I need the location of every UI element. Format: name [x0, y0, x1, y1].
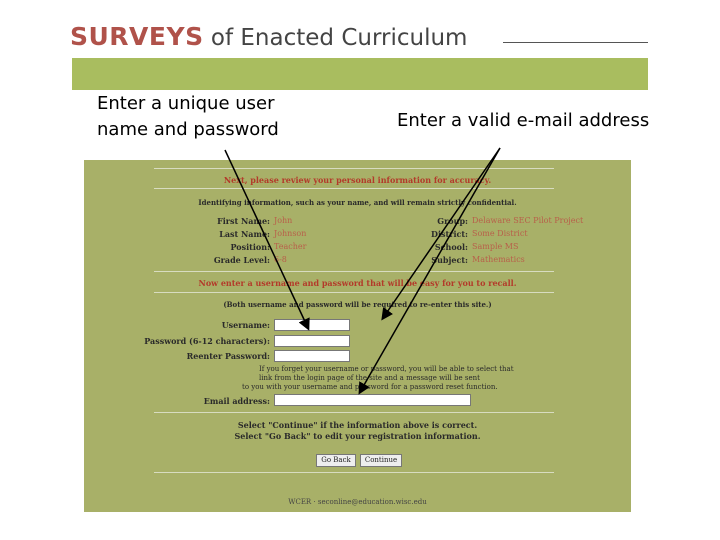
last-name-value: Johnson	[274, 229, 307, 238]
continue-button[interactable]: Continue	[360, 454, 402, 467]
brand-strong-text: SURVEYS	[70, 22, 204, 51]
last-name-label: Last Name:	[219, 229, 270, 239]
divider	[154, 292, 554, 293]
go-back-button[interactable]: Go Back	[316, 454, 356, 467]
grade-level-label: Grade Level:	[213, 255, 270, 265]
callout-left-line2: name and password	[97, 119, 279, 140]
header-rule	[503, 42, 648, 43]
brand-light-text: of Enacted Curriculum	[203, 25, 468, 51]
district-label: District:	[431, 229, 468, 239]
username-input[interactable]	[274, 319, 350, 331]
group-value: Delaware SEC Pilot Project	[472, 216, 584, 225]
divider	[154, 472, 554, 473]
position-value: Teacher	[274, 242, 307, 251]
reenter-password-input[interactable]	[274, 350, 350, 362]
first-name-label: First Name:	[217, 216, 270, 226]
grade-level-value: 6-8	[274, 255, 287, 264]
continue-instruction-2: Select "Go Back" to edit your registrati…	[234, 431, 481, 441]
help-line-1: If you forget your username or password,…	[259, 365, 514, 373]
password-input[interactable]	[274, 335, 350, 347]
first-name-value: John	[274, 216, 293, 225]
divider	[154, 168, 554, 169]
continue-instruction-1: Select "Continue" if the information abo…	[237, 420, 478, 430]
username-label: Username:	[221, 320, 270, 330]
callout-email: Enter a valid e-mail address	[397, 110, 650, 131]
email-input[interactable]	[274, 394, 471, 406]
position-label: Position:	[230, 242, 270, 252]
district-value: Some District	[472, 229, 528, 238]
school-value: Sample MS	[472, 242, 519, 251]
reenter-password-label: Reenter Password:	[186, 351, 270, 361]
credentials-note: (Both username and password will be requ…	[223, 300, 492, 309]
footer-contact: WCER · seconline@education.wisc.edu	[288, 498, 427, 506]
group-label: Group:	[437, 216, 468, 226]
help-line-3: to you with your username and password f…	[242, 383, 498, 391]
confidential-note: Identifying information, such as your na…	[198, 198, 517, 207]
review-heading: Next, please review your personal inform…	[223, 175, 492, 185]
callout-username-password: Enter a unique user name and password	[97, 91, 327, 143]
divider	[154, 188, 554, 189]
registration-form-screenshot: Next, please review your personal inform…	[84, 160, 631, 512]
school-label: School:	[434, 242, 468, 252]
subject-label: Subject:	[431, 255, 468, 265]
divider	[154, 412, 554, 413]
callout-left-line1: Enter a unique user	[97, 93, 275, 114]
email-label: Email address:	[203, 396, 270, 406]
divider	[154, 271, 554, 272]
help-line-2: link from the login page of the site and…	[259, 374, 480, 382]
subject-value: Mathematics	[472, 255, 525, 264]
password-label: Password (6-12 characters):	[144, 336, 270, 346]
credentials-heading: Now enter a username and password that w…	[198, 278, 517, 288]
header-green-bar	[72, 58, 648, 90]
brand-logo: SURVEYS of Enacted Curriculum	[70, 22, 467, 56]
